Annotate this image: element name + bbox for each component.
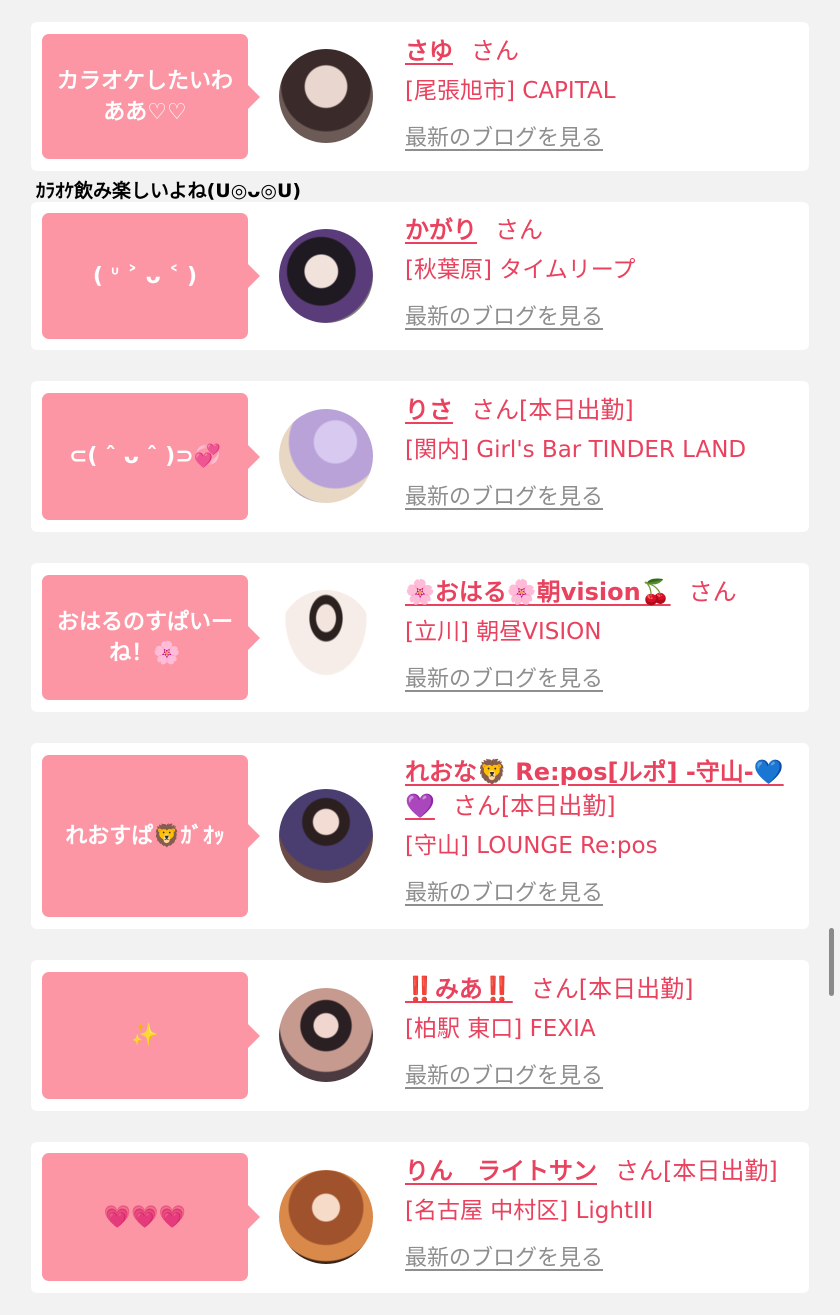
message-text: ✨ (131, 1023, 159, 1048)
shop-name: [関内] Girl's Bar TINDER LAND (405, 437, 747, 463)
cast-card: ✨ ‼️みあ‼️ さん[本日出勤] [柏駅 東口] FEXIA 最新のブログを見る (31, 960, 809, 1111)
blog-link[interactable]: 最新のブログを見る (405, 124, 603, 154)
shop-name: [立川] 朝昼VISION (405, 619, 602, 645)
shop-name: [尾張旭市] CAPITAL (405, 78, 616, 104)
message-bubble: ⊂( ˆ ᴗ ˆ )⊃💞 (42, 393, 260, 520)
name-line: かがり さん (405, 213, 789, 247)
san-label: さん (495, 216, 543, 244)
name-line: りさ さん[本日出勤] (405, 393, 789, 427)
shop-name: [柏駅 東口] FEXIA (405, 1016, 596, 1042)
san-label: さん (452, 792, 501, 820)
san-label: さん (530, 975, 579, 1003)
status-label: [本日出勤] (578, 975, 694, 1003)
message-text: おはるのすぱいーね！🌸 (56, 609, 233, 666)
message-bubble: 💗💗💗 (42, 1153, 260, 1281)
cast-card: カラオケしたいわああ♡♡ さゆ さん [尾張旭市] CAPITAL 最新のブログを… (31, 22, 809, 171)
san-label: さん (688, 578, 737, 606)
status-label: [本日出勤] (500, 792, 616, 820)
message-bubble: おはるのすぱいーね！🌸 (42, 575, 260, 700)
name-line: 🌸おはる🌸朝vision🍒 さん (405, 575, 789, 609)
blog-link[interactable]: 最新のブログを見る (405, 665, 603, 695)
shop-name: [守山] LOUNGE Re:pos (405, 833, 658, 859)
avatar[interactable] (279, 789, 373, 883)
blog-link[interactable]: 最新のブログを見る (405, 483, 603, 513)
cast-card: 💗💗💗 りん ライトサン さん[本日出勤] [名古屋 中村区] LightIII … (31, 1142, 809, 1293)
blog-link[interactable]: 最新のブログを見る (405, 1244, 603, 1274)
message-text: ( ᐡ ˃ ᴗ ˂ ) (92, 263, 198, 289)
cast-name-link[interactable]: さゆ (405, 37, 453, 65)
cast-card: れおすぱ🦁ｶﾞｵｯ れおな🦁 Re:pos[ルポ] -守山-💙💜 さん[本日出勤]… (31, 743, 809, 929)
name-line: りん ライトサン さん[本日出勤] (405, 1154, 789, 1188)
shop-name: [名古屋 中村区] LightIII (405, 1198, 654, 1224)
cast-card: おはるのすぱいーね！🌸 🌸おはる🌸朝vision🍒 さん [立川] 朝昼VISIO… (31, 563, 809, 712)
san-label: さん (471, 37, 519, 65)
san-label: さん (471, 396, 519, 424)
message-text: カラオケしたいわああ♡♡ (56, 68, 233, 125)
blog-link[interactable]: 最新のブログを見る (405, 879, 603, 909)
name-line: さゆ さん (405, 34, 789, 68)
scrollbar[interactable] (829, 928, 834, 996)
cast-card: ( ᐡ ˃ ᴗ ˂ ) かがり さん [秋葉原] タイムリープ 最新のブログを見る (31, 202, 809, 350)
name-line: れおな🦁 Re:pos[ルポ] -守山-💙💜 さん[本日出勤] (405, 755, 789, 823)
message-text: れおすぱ🦁ｶﾞｵｯ (65, 823, 225, 849)
status-label: [本日出勤] (663, 1157, 778, 1185)
avatar[interactable] (279, 988, 373, 1082)
cast-name-link[interactable]: ‼️みあ‼️ (405, 975, 513, 1003)
blog-link[interactable]: 最新のブログを見る (405, 1062, 603, 1092)
avatar[interactable] (279, 409, 373, 503)
cast-name-link[interactable]: りさ (405, 396, 453, 424)
message-bubble: カラオケしたいわああ♡♡ (42, 34, 260, 159)
name-line: ‼️みあ‼️ さん[本日出勤] (405, 972, 789, 1006)
cast-name-link[interactable]: かがり (405, 216, 477, 244)
avatar[interactable] (279, 49, 373, 143)
message-bubble: ✨ (42, 972, 260, 1099)
message-bubble: ( ᐡ ˃ ᴗ ˂ ) (42, 213, 260, 339)
san-label: さん (615, 1157, 663, 1185)
avatar[interactable] (279, 229, 373, 323)
shop-name: [秋葉原] タイムリープ (405, 257, 636, 283)
blog-link[interactable]: 最新のブログを見る (405, 303, 603, 333)
cast-name-link[interactable]: りん ライトサン (405, 1157, 597, 1185)
avatar[interactable] (279, 1170, 373, 1264)
message-bubble: れおすぱ🦁ｶﾞｵｯ (42, 755, 260, 917)
status-label: [本日出勤] (519, 396, 634, 424)
cast-name-link[interactable]: 🌸おはる🌸朝vision🍒 (405, 578, 671, 606)
avatar[interactable] (279, 590, 373, 684)
cast-card: ⊂( ˆ ᴗ ˆ )⊃💞 りさ さん[本日出勤] [関内] Girl's Bar … (31, 381, 809, 532)
message-text: ⊂( ˆ ᴗ ˆ )⊃💞 (68, 444, 222, 469)
message-text: 💗💗💗 (103, 1204, 187, 1230)
overflow-message: ｶﾗｵｹ飲み楽しいよね(U◎ᴗ◎U) (36, 180, 302, 202)
